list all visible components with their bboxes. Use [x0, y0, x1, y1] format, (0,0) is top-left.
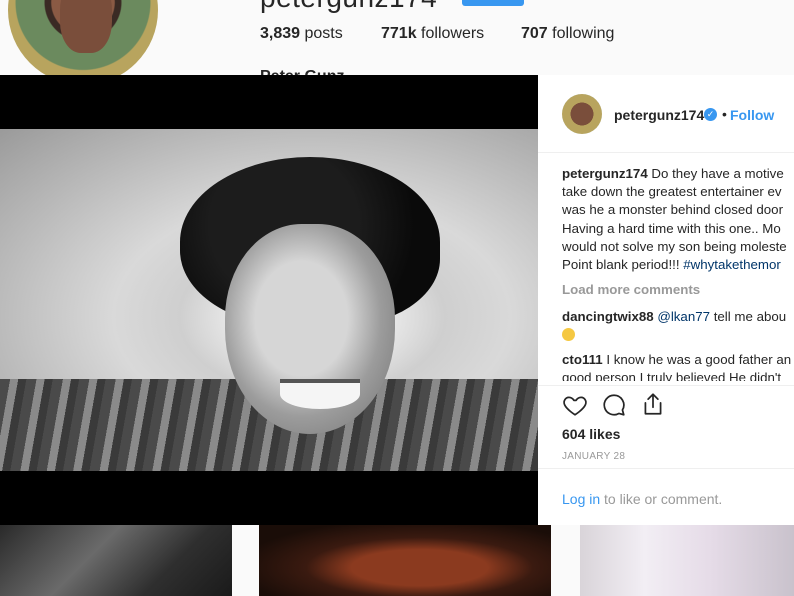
caption-line: was he a monster behind closed door — [562, 202, 784, 218]
comment-text: I know he was a good father an — [606, 352, 792, 367]
profile-header: petergunz174 3,839 posts 771k followers … — [0, 0, 794, 85]
share-icon[interactable] — [640, 391, 666, 417]
profile-avatar[interactable] — [8, 0, 158, 85]
stat-followers-label: followers — [421, 25, 485, 42]
grid-thumbnail[interactable] — [580, 525, 794, 596]
caption-line: would not solve my son being moleste — [562, 238, 787, 254]
login-prompt: Log in to like or comment. — [562, 491, 722, 507]
stat-followers[interactable]: 771k followers — [381, 25, 484, 43]
comment: dancingtwix88 @lkan77 tell me abou — [562, 308, 786, 326]
comment-username[interactable]: cto111 — [562, 352, 603, 367]
likes-count[interactable]: 604 likes — [562, 426, 620, 442]
author-username[interactable]: petergunz174 — [614, 107, 704, 123]
stat-following-value: 707 — [521, 25, 548, 42]
login-suffix: to like or comment. — [600, 491, 723, 507]
grid-thumbnail[interactable] — [259, 525, 551, 596]
emoji-icon — [562, 328, 575, 341]
caption-text: Do they have a motive — [651, 166, 784, 181]
heart-icon[interactable] — [562, 392, 588, 418]
stat-posts-value: 3,839 — [260, 25, 301, 42]
comment: cto111 I know he was a good father an — [562, 351, 791, 369]
stat-followers-value: 771k — [381, 25, 417, 42]
comment-text-continued: good person I truly believed He didn't — [562, 370, 782, 381]
comment-text: tell me abou — [710, 309, 787, 324]
separator-dot: • — [722, 106, 727, 122]
stat-posts-label: posts — [304, 25, 343, 42]
post-side-panel: petergunz174 ✓ • Follow petergunz174 Do … — [538, 75, 794, 525]
grid-thumbnail[interactable] — [0, 525, 232, 596]
comment-mention[interactable]: @lkan77 — [657, 309, 710, 324]
caption-text: Point blank period!!! — [562, 257, 684, 273]
login-link[interactable]: Log in — [562, 491, 600, 507]
post-date[interactable]: JANUARY 28 — [562, 451, 625, 462]
caption-line: Point blank period!!! #whytakethemor — [562, 256, 794, 274]
comment-bubble-icon[interactable] — [601, 392, 627, 418]
caption-line: take down the greatest entertainer ev — [562, 184, 782, 200]
post-photo[interactable] — [0, 129, 538, 471]
post-header: petergunz174 ✓ • Follow — [538, 75, 794, 153]
post-caption: petergunz174 Do they have a motive take … — [562, 165, 794, 274]
caption-hashtag[interactable]: #whytakethemor — [683, 257, 781, 272]
actions-divider — [538, 385, 794, 386]
stat-posts: 3,839 posts — [260, 25, 343, 43]
stat-following[interactable]: 707 following — [521, 25, 614, 43]
caption-author[interactable]: petergunz174 — [562, 166, 648, 181]
caption-line: Having a hard time with this one.. Mo — [562, 220, 781, 236]
verified-badge-icon: ✓ — [704, 108, 717, 121]
profile-username: petergunz174 — [260, 0, 437, 14]
load-more-comments-button[interactable]: Load more comments — [562, 282, 700, 297]
comment-username[interactable]: dancingtwix88 — [562, 309, 654, 324]
photo-smile — [280, 379, 360, 409]
author-avatar[interactable] — [562, 94, 602, 134]
follow-button[interactable]: Follow — [730, 107, 774, 123]
stat-following-label: following — [552, 25, 615, 42]
caption-line: petergunz174 Do they have a motive — [562, 165, 794, 183]
profile-avatar-face — [60, 0, 112, 53]
profile-follow-button[interactable] — [462, 0, 524, 6]
